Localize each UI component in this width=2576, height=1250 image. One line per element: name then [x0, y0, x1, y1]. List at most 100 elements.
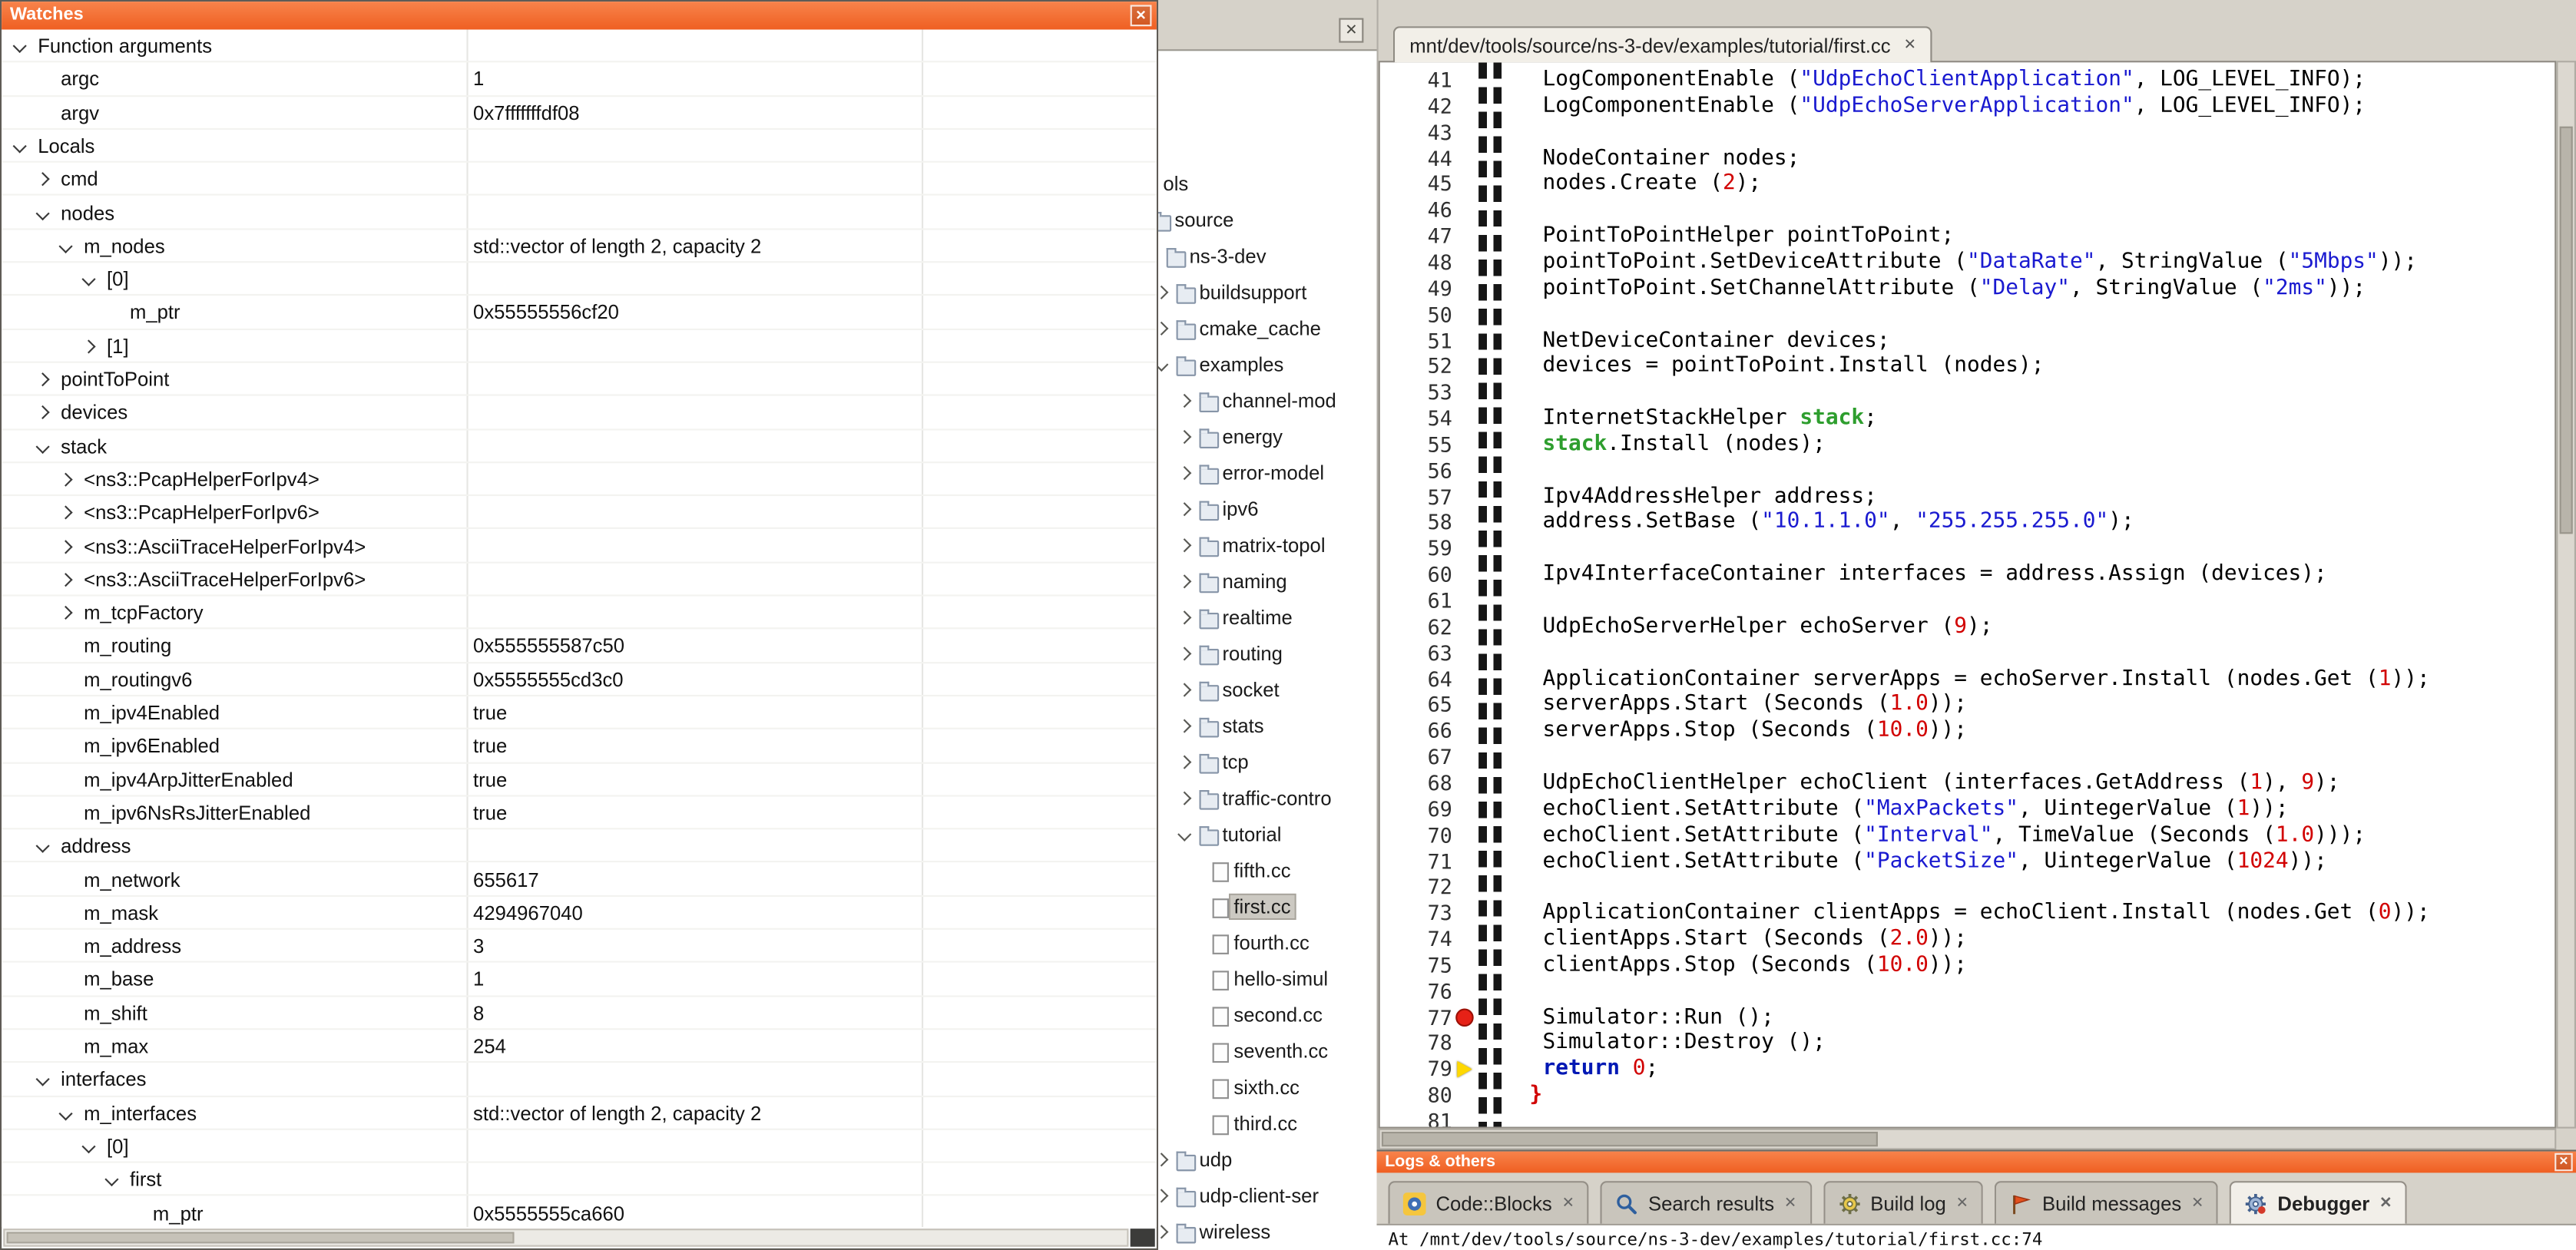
line-number[interactable]: 50 [1380, 302, 1452, 328]
watch-row[interactable]: m_max254 [2, 1030, 1157, 1063]
line-number[interactable]: 70 [1380, 822, 1452, 848]
watch-row[interactable]: interfaces [2, 1063, 1157, 1096]
code-text[interactable]: echoClient.SetAttribute ("Interval", Tim… [1543, 822, 2366, 848]
line-number[interactable]: 62 [1380, 614, 1452, 640]
watch-row[interactable]: cmd [2, 163, 1157, 196]
code-text[interactable]: NodeContainer nodes; [1543, 145, 1800, 171]
log-tab-search-results[interactable]: Search results✕ [1601, 1181, 1811, 1224]
expand-arrow-icon[interactable] [1177, 538, 1191, 552]
code-text[interactable]: Simulator::Destroy (); [1543, 1030, 1826, 1057]
tree-item-naming[interactable]: naming [1155, 564, 1377, 600]
code-text[interactable]: clientApps.Start (Seconds (2.0)); [1543, 927, 1968, 953]
collapse-arrow-icon[interactable] [36, 839, 50, 853]
code-text[interactable]: NetDeviceContainer devices; [1543, 328, 1890, 354]
watches-titlebar[interactable]: Watches ✕ [2, 2, 1157, 29]
tree-item-matrix-topol[interactable]: matrix-topol [1155, 527, 1377, 564]
line-number[interactable]: 52 [1380, 354, 1452, 380]
expand-arrow-icon[interactable] [1177, 792, 1191, 805]
watch-row[interactable]: address [2, 830, 1157, 863]
line-number[interactable]: 69 [1380, 796, 1452, 822]
log-tab-close-icon[interactable]: ✕ [1784, 1194, 1796, 1212]
tree-item-wireless[interactable]: wireless [1155, 1214, 1377, 1250]
code-text[interactable]: Ipv4AddressHelper address; [1543, 484, 1877, 510]
line-number[interactable]: 59 [1380, 536, 1452, 562]
tree-item-seventh-cc[interactable]: seventh.cc [1155, 1033, 1377, 1070]
log-tab-build-log[interactable]: Build log✕ [1823, 1181, 1983, 1224]
editor-vertical-scrollbar-thumb[interactable] [2560, 126, 2573, 534]
line-number[interactable]: 64 [1380, 666, 1452, 693]
collapse-arrow-icon[interactable] [36, 1073, 50, 1086]
line-number[interactable]: 80 [1380, 1083, 1452, 1109]
watches-horizontal-scrollbar[interactable] [3, 1229, 1128, 1247]
editor-tab-close-icon[interactable]: ✕ [1904, 36, 1916, 55]
editor-horizontal-scrollbar-thumb[interactable] [1382, 1132, 1879, 1146]
line-number[interactable]: 73 [1380, 901, 1452, 927]
log-tab-close-icon[interactable]: ✕ [1562, 1194, 1574, 1212]
watches-close-button[interactable]: ✕ [1131, 5, 1152, 26]
collapse-arrow-icon[interactable] [13, 139, 27, 153]
line-number[interactable]: 65 [1380, 692, 1452, 718]
expand-arrow-icon[interactable] [58, 539, 72, 553]
watch-row[interactable]: m_tcpFactory [2, 597, 1157, 630]
line-number[interactable]: 49 [1380, 276, 1452, 302]
tree-item-channel-mod[interactable]: channel-mod [1155, 382, 1377, 418]
tree-item-third-cc[interactable]: third.cc [1155, 1106, 1377, 1142]
expand-arrow-icon[interactable] [1177, 610, 1191, 624]
expand-arrow-icon[interactable] [1177, 574, 1191, 588]
line-number[interactable]: 44 [1380, 145, 1452, 171]
line-number[interactable]: 81 [1380, 1109, 1452, 1129]
code-text[interactable]: UdpEchoServerHelper echoServer (9); [1543, 614, 1993, 640]
code-text[interactable]: Ipv4InterfaceContainer interfaces = addr… [1543, 562, 2327, 588]
line-number[interactable]: 42 [1380, 94, 1452, 120]
watch-row[interactable]: <ns3::PcapHelperForIpv6> [2, 496, 1157, 529]
code-text[interactable]: echoClient.SetAttribute ("PacketSize", U… [1543, 848, 2327, 875]
watch-row[interactable]: argc1 [2, 63, 1157, 96]
expand-arrow-icon[interactable] [36, 406, 50, 420]
tree-item-error-model[interactable]: error-model [1155, 455, 1377, 491]
code-text[interactable]: nodes.Create (2); [1543, 171, 1762, 197]
watch-row[interactable]: devices [2, 396, 1157, 429]
line-number[interactable]: 43 [1380, 119, 1452, 145]
expand-arrow-icon[interactable] [58, 573, 72, 587]
expand-arrow-icon[interactable] [1177, 756, 1191, 769]
breakpoint-icon[interactable] [1455, 1008, 1474, 1027]
watch-row[interactable]: m_mask4294967040 [2, 897, 1157, 930]
watch-row[interactable]: m_ipv6Enabledtrue [2, 729, 1157, 762]
code-text[interactable]: pointToPoint.SetChannelAttribute ("Delay… [1543, 276, 2366, 302]
tree-item-second-cc[interactable]: second.cc [1155, 997, 1377, 1033]
collapse-arrow-icon[interactable] [81, 1139, 95, 1153]
line-number[interactable]: 68 [1380, 770, 1452, 796]
tree-item-sixth-cc[interactable]: sixth.cc [1155, 1070, 1377, 1106]
tree-item-tutorial[interactable]: tutorial [1155, 816, 1377, 852]
line-number[interactable]: 47 [1380, 223, 1452, 250]
watch-row[interactable]: [0] [2, 263, 1157, 296]
line-number[interactable]: 54 [1380, 406, 1452, 432]
watch-row[interactable]: stack [2, 430, 1157, 463]
code-text[interactable]: UdpEchoClientHelper echoClient (interfac… [1543, 770, 2340, 796]
log-tab-build-messages[interactable]: Build messages✕ [1995, 1181, 2218, 1224]
code-editor[interactable]: 41 LogComponentEnable ("UdpEchoClientAppl… [1379, 61, 2557, 1129]
line-number[interactable]: 77 [1380, 1004, 1452, 1030]
line-number[interactable]: 61 [1380, 588, 1452, 614]
expand-arrow-icon[interactable] [1177, 430, 1191, 444]
line-number[interactable]: 41 [1380, 68, 1452, 94]
projects-close-button[interactable]: ✕ [1339, 18, 1363, 43]
watch-row[interactable]: pointToPoint [2, 363, 1157, 396]
tree-item-udp[interactable]: udp [1155, 1142, 1377, 1178]
watch-row[interactable]: [0] [2, 1130, 1157, 1163]
code-text[interactable]: } [1529, 1083, 1542, 1109]
code-text[interactable]: ApplicationContainer serverApps = echoSe… [1543, 666, 2430, 693]
tree-item-ols[interactable]: ols [1155, 166, 1377, 202]
expand-arrow-icon[interactable] [36, 173, 50, 187]
tree-item-stats[interactable]: stats [1155, 708, 1377, 744]
watch-row[interactable]: argv0x7fffffffdf08 [2, 96, 1157, 129]
tree-item-examples[interactable]: examples [1155, 346, 1377, 382]
code-text[interactable]: echoClient.SetAttribute ("MaxPackets", U… [1543, 796, 2289, 822]
line-number[interactable]: 75 [1380, 953, 1452, 979]
tree-item-cmake-cache[interactable]: cmake_cache [1155, 310, 1377, 346]
line-number[interactable]: 78 [1380, 1030, 1452, 1057]
line-number[interactable]: 48 [1380, 250, 1452, 276]
code-text[interactable]: LogComponentEnable ("UdpEchoClientApplic… [1543, 68, 2366, 94]
tree-item-source[interactable]: source [1155, 202, 1377, 238]
log-tab-debugger[interactable]: Debugger✕ [2230, 1181, 2406, 1224]
